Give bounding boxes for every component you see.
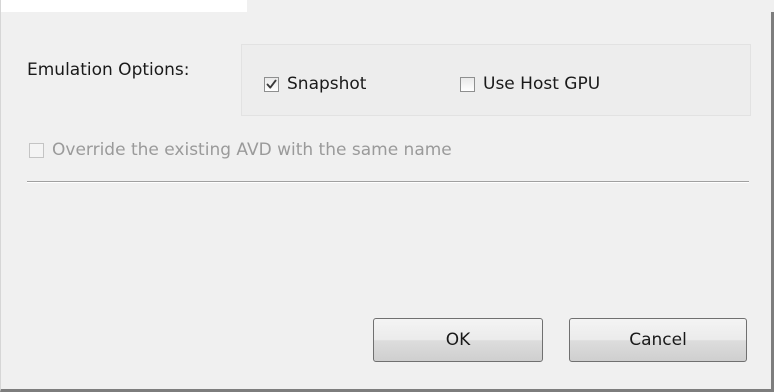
- use-host-gpu-checkbox[interactable]: [460, 76, 475, 92]
- snapshot-label: Snapshot: [287, 74, 367, 94]
- top-panel-edge: [247, 0, 774, 12]
- emulation-options-group: Snapshot Use Host GPU: [241, 44, 751, 116]
- cancel-button[interactable]: Cancel: [569, 318, 747, 362]
- avd-dialog: Emulation Options: Snapshot Use Host GPU…: [0, 0, 774, 392]
- override-option: Override the existing AVD with the same …: [29, 140, 452, 160]
- top-strip: [1, 0, 247, 12]
- use-host-gpu-label: Use Host GPU: [483, 74, 601, 94]
- use-host-gpu-option[interactable]: Use Host GPU: [460, 74, 600, 94]
- snapshot-checkbox[interactable]: [264, 76, 279, 92]
- separator: [27, 181, 749, 183]
- emulation-options-label: Emulation Options:: [27, 60, 190, 80]
- snapshot-option[interactable]: Snapshot: [264, 74, 366, 94]
- override-checkbox: [29, 142, 44, 158]
- checkmark-icon: [266, 79, 277, 89]
- override-label: Override the existing AVD with the same …: [52, 140, 452, 160]
- ok-button[interactable]: OK: [373, 318, 543, 362]
